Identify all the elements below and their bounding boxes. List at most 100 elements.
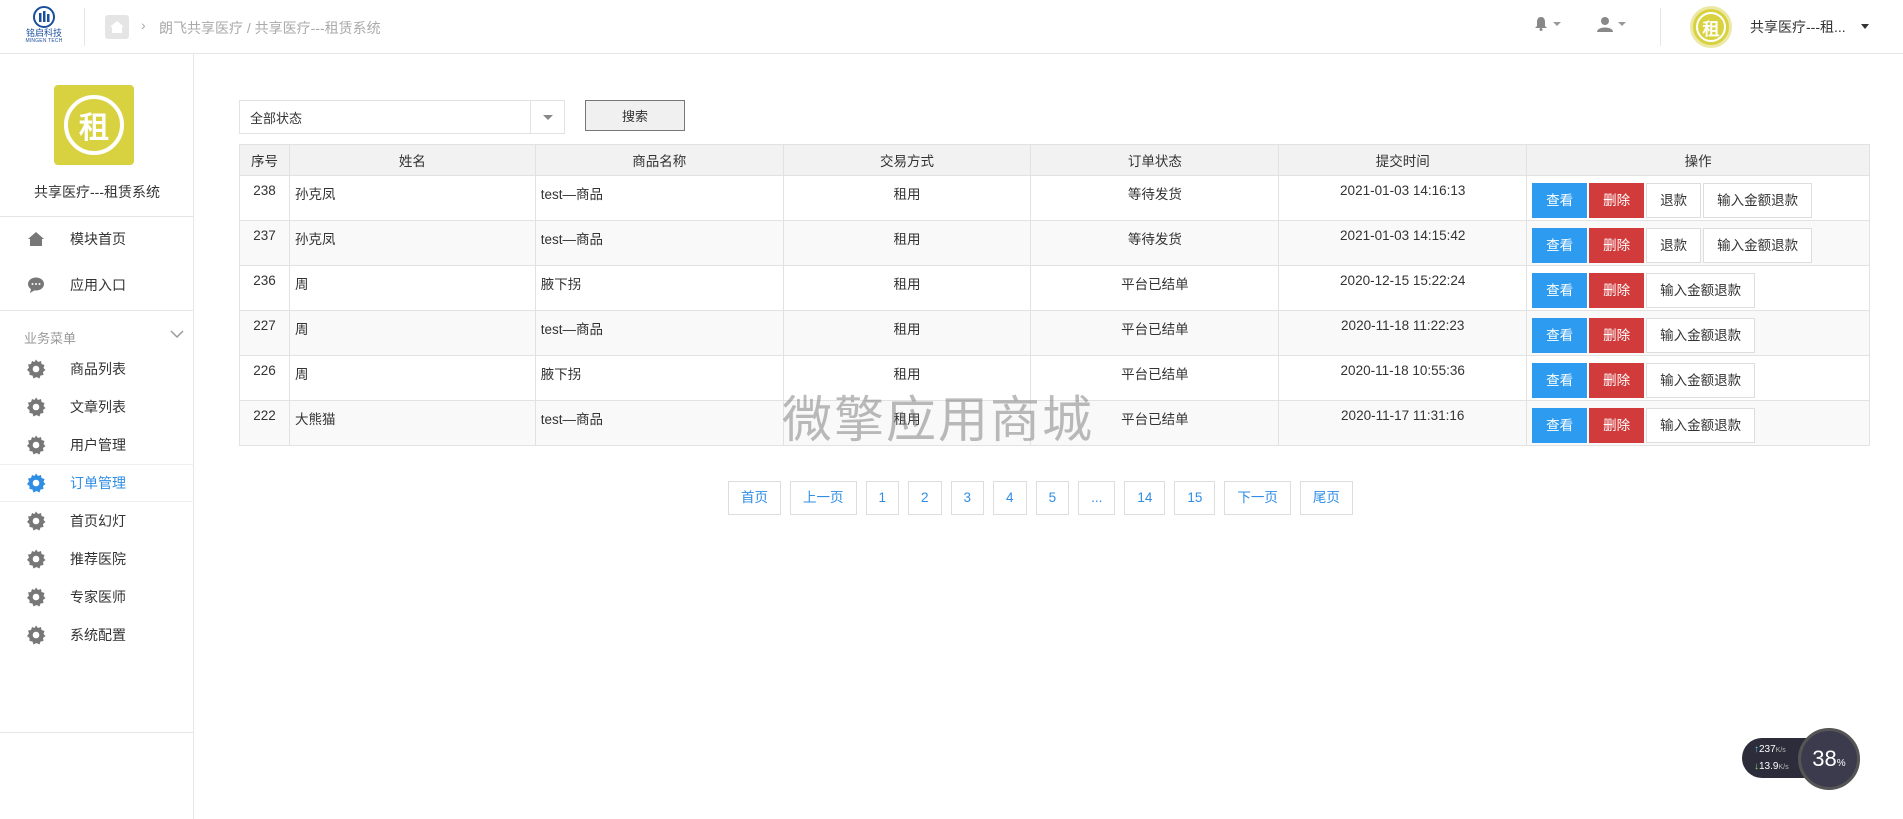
sidebar-item-label: 订单管理 [70,475,126,491]
cell-id: 238 [239,175,290,221]
cell-mode: 租用 [782,175,1032,221]
chevron-down-icon[interactable] [1861,24,1869,29]
status-select[interactable]: 全部状态 [239,100,565,134]
gear-icon [26,587,46,607]
page-link[interactable]: 4 [993,481,1027,515]
breadcrumb-separator-icon: › [141,17,146,33]
home-icon [110,21,124,33]
refund-amount-button[interactable]: 输入金额退款 [1646,363,1756,398]
page-link[interactable]: 3 [950,481,985,515]
search-button[interactable]: 搜索 [585,100,685,131]
usage-gauge[interactable]: 38% [1798,728,1860,790]
page-link[interactable]: 下一页 [1224,481,1291,515]
upload-speed: 237 [1759,744,1776,755]
delete-button[interactable]: 删除 [1589,228,1645,263]
gear-icon [26,625,46,645]
sidebar-item-2[interactable]: 文章列表 [0,388,194,426]
refund-button[interactable]: 退款 [1646,228,1702,263]
cell-product: test—商品 [534,220,784,266]
page-link[interactable]: ... [1078,481,1116,515]
view-button[interactable]: 查看 [1532,228,1588,263]
page-link[interactable]: 上一页 [790,481,857,515]
chevron-down-icon[interactable] [530,101,564,133]
refund-amount-button[interactable]: 输入金额退款 [1703,183,1813,218]
sidebar-item-label: 模块首页 [70,231,126,247]
gear-icon [26,435,46,455]
user-name[interactable]: 共享医疗---租... [1750,17,1846,37]
page-link[interactable]: 14 [1124,481,1166,515]
divider [0,310,194,311]
home-icon [26,229,46,249]
refund-button[interactable]: 退款 [1646,183,1702,218]
cell-product: 腋下拐 [534,355,784,401]
cell-name: 孙克凤 [288,220,536,266]
view-button[interactable]: 查看 [1532,408,1588,443]
user-menu-button[interactable] [1597,16,1626,32]
delete-button[interactable]: 删除 [1589,408,1645,443]
avatar-text: 租 [1696,12,1726,42]
sidebar-item-module-home[interactable]: 模块首页 [0,217,194,261]
speed-unit: K/s [1775,747,1786,754]
usage-percent: 38 [1812,746,1837,771]
view-button[interactable]: 查看 [1532,183,1588,218]
view-button[interactable]: 查看 [1532,318,1588,353]
sidebar-item-label: 系统配置 [70,627,126,643]
sidebar-item-3[interactable]: 用户管理 [0,426,194,464]
cell-id: 227 [239,310,290,356]
delete-button[interactable]: 删除 [1589,183,1645,218]
refund-amount-button[interactable]: 输入金额退款 [1703,228,1813,263]
notifications-button[interactable] [1534,16,1561,31]
cell-status: 等待发货 [1030,220,1280,266]
view-button[interactable]: 查看 [1532,363,1588,398]
gear-icon [26,511,46,531]
cell-status: 平台已结单 [1030,310,1280,356]
cell-mode: 租用 [782,265,1032,311]
column-header: 商品名称 [534,144,784,176]
avatar[interactable]: 租 [1690,6,1732,48]
refund-amount-button[interactable]: 输入金额退款 [1646,273,1756,308]
download-speed: 13.9 [1759,761,1779,772]
bell-icon [1535,17,1547,31]
sidebar-item-4[interactable]: 订单管理 [0,464,194,502]
page-link[interactable]: 1 [865,481,900,515]
page-link[interactable]: 2 [908,481,942,515]
delete-button[interactable]: 删除 [1589,273,1645,308]
delete-button[interactable]: 删除 [1589,318,1645,353]
column-header: 订单状态 [1030,144,1280,176]
refund-amount-button[interactable]: 输入金额退款 [1646,318,1756,353]
refund-amount-button[interactable]: 输入金额退款 [1646,408,1756,443]
sidebar-item-1[interactable]: 商品列表 [0,350,194,388]
percent-sign: % [1836,757,1846,769]
sidebar-item-7[interactable]: 专家医师 [0,578,194,616]
page-link[interactable]: 15 [1174,481,1216,515]
breadcrumb[interactable]: 朗飞共享医疗 / 共享医疗---租赁系统 [159,18,381,38]
sidebar-item-6[interactable]: 推荐医院 [0,540,194,578]
brand-logo-icon [33,6,55,28]
sidebar-item-8[interactable]: 系统配置 [0,616,194,654]
sidebar-item-app-entry[interactable]: 应用入口 [0,263,194,307]
page-link[interactable]: 5 [1035,481,1070,515]
delete-button[interactable]: 删除 [1589,363,1645,398]
sidebar-item-5[interactable]: 首页幻灯 [0,502,194,540]
column-header: 序号 [239,144,290,176]
brand-logo[interactable]: 铭启科技 MINGEN TECH [22,6,66,48]
cell-status: 平台已结单 [1030,265,1280,311]
home-button[interactable] [105,15,129,39]
view-button[interactable]: 查看 [1532,273,1588,308]
cell-id: 226 [239,355,290,401]
column-header: 操作 [1526,144,1870,176]
page-link[interactable]: 尾页 [1299,481,1353,515]
menu-group-label[interactable]: 业务菜单 [24,328,76,347]
cell-time: 2020-11-18 11:22:23 [1278,310,1528,356]
cell-id: 222 [239,400,290,446]
page-link[interactable]: 首页 [728,481,781,515]
table-row: 227 周 test—商品 租用 平台已结单 2020-11-18 11:22:23 查看删… [239,310,1870,356]
sidebar-item-label: 文章列表 [70,399,126,415]
gear-icon [26,549,46,569]
sidebar-item-label: 首页幻灯 [70,513,126,529]
cell-id: 236 [239,265,290,311]
cell-actions: 查看 删除 退款 输入金额退款 [1526,220,1870,266]
chevron-down-icon[interactable] [170,326,184,342]
divider [1660,8,1661,46]
cell-product: test—商品 [534,310,784,356]
